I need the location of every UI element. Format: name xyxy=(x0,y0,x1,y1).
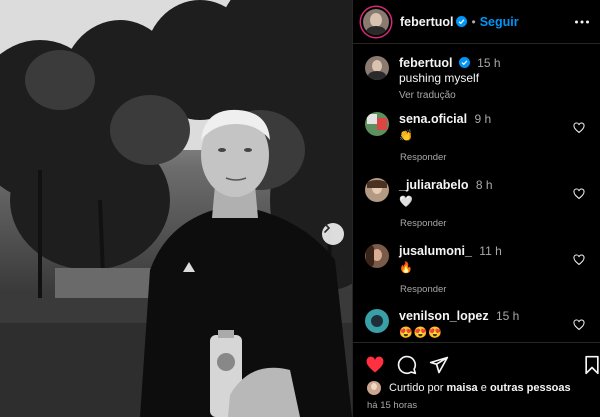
post-timestamp[interactable]: há 15 horas xyxy=(367,400,417,411)
liked-by-prefix: Curtido por xyxy=(389,382,444,394)
comment-time: 11 h xyxy=(479,244,502,258)
commenter-avatar[interactable] xyxy=(365,112,389,136)
reply-button[interactable]: Responder xyxy=(400,218,595,229)
post-photo xyxy=(0,0,352,417)
post-caption: febertuol 15 h pushing myself Ver traduç… xyxy=(365,56,501,103)
author-username[interactable]: febertuol xyxy=(400,15,453,29)
follow-button[interactable]: Seguir xyxy=(480,15,519,29)
reply-button[interactable]: Responder xyxy=(400,284,595,295)
comment-username[interactable]: sena.oficial xyxy=(399,112,467,126)
more-options-icon[interactable] xyxy=(574,14,590,30)
comment-item: sena.oficial 9 h 👏 Responder xyxy=(365,112,595,163)
caption-text: pushing myself xyxy=(399,71,480,85)
comment-username[interactable]: jusalumoni_ xyxy=(399,244,472,258)
comment-time: 15 h xyxy=(495,309,520,323)
heart-filled-icon[interactable] xyxy=(365,355,385,375)
comment-text: 🤍 xyxy=(399,196,414,208)
liker-avatar[interactable] xyxy=(367,381,381,395)
liked-by-conj: e xyxy=(480,382,487,394)
see-translation-link[interactable]: Ver tradução xyxy=(399,88,501,103)
next-photo-button[interactable] xyxy=(322,223,344,245)
like-comment-heart-icon[interactable] xyxy=(573,122,585,134)
author-avatar[interactable] xyxy=(363,8,389,35)
comment-username[interactable]: venilson_lopez xyxy=(399,309,489,323)
comment-time: 8 h xyxy=(475,178,493,192)
share-icon[interactable] xyxy=(429,355,449,375)
comment-item: venilson_lopez 15 h 😍😍😍 xyxy=(365,309,595,341)
post-header: febertuol • Seguir xyxy=(353,0,600,44)
commenter-avatar[interactable] xyxy=(365,309,389,333)
commenter-avatar[interactable] xyxy=(365,244,389,268)
liked-by-user[interactable]: maisa xyxy=(446,382,477,394)
comment-icon[interactable] xyxy=(397,355,417,375)
commenter-avatar[interactable] xyxy=(365,178,389,202)
comment-username[interactable]: _juliarabelo xyxy=(399,178,468,192)
comment-text: 🔥 xyxy=(399,262,414,274)
like-comment-heart-icon[interactable] xyxy=(573,254,585,266)
caption-username[interactable]: febertuol xyxy=(399,56,452,70)
verified-badge-icon xyxy=(456,16,468,27)
bookmark-icon[interactable] xyxy=(583,355,600,375)
comment-text: 👏 xyxy=(399,130,414,142)
like-comment-heart-icon[interactable] xyxy=(573,188,585,200)
post-photo-image xyxy=(0,0,352,417)
caption-time: 15 h xyxy=(477,56,501,70)
reply-button[interactable]: Responder xyxy=(400,152,595,163)
like-comment-heart-icon[interactable] xyxy=(573,319,585,331)
liked-by-others[interactable]: outras pessoas xyxy=(490,382,571,394)
comments-list[interactable]: febertuol 15 h pushing myself Ver traduç… xyxy=(353,44,600,342)
post-actions: Curtido por maisa e outras pessoas há 15… xyxy=(353,342,600,417)
comment-item: _juliarabelo 8 h 🤍 Responder xyxy=(365,178,595,229)
chevron-right-icon xyxy=(324,223,331,233)
author-avatar-small[interactable] xyxy=(365,56,389,80)
comment-text: 😍😍😍 xyxy=(399,327,444,339)
liked-by-row: Curtido por maisa e outras pessoas xyxy=(367,381,571,395)
post-side-panel: febertuol • Seguir febertuol 15 h pushin… xyxy=(352,0,600,417)
separator-dot: • xyxy=(471,14,476,29)
verified-badge-icon xyxy=(458,57,470,68)
comment-item: jusalumoni_ 11 h 🔥 Responder xyxy=(365,244,595,295)
comment-time: 9 h xyxy=(474,112,492,126)
